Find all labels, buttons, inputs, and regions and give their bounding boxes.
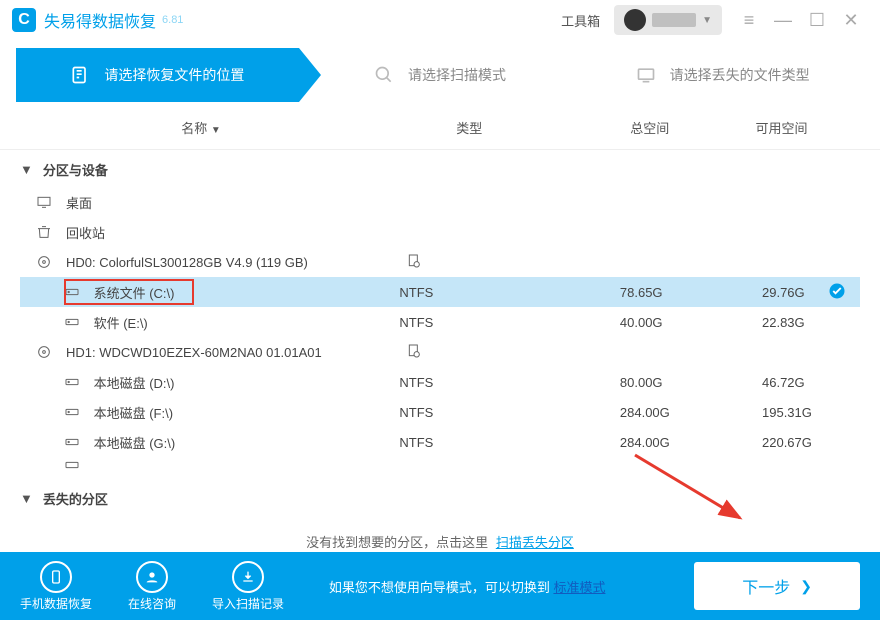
check-circle-icon: [828, 282, 846, 303]
close-icon[interactable]: ✕: [840, 10, 862, 31]
row-g-type: NTFS: [399, 435, 620, 450]
row-f-total: 284.00G: [620, 405, 762, 420]
row-g-label: 本地磁盘 (G:\): [94, 433, 400, 452]
mode-switch-message: 如果您不想使用向导模式，可以切换到 标准模式: [260, 577, 674, 596]
row-drive-c[interactable]: 系统文件 (C:\) NTFS 78.65G 29.76G: [20, 277, 860, 307]
next-button[interactable]: 下一步 ❯: [694, 562, 860, 610]
column-headers: 名称 ▼ 类型 总空间 可用空间: [0, 102, 880, 150]
row-f-avail: 195.31G: [762, 405, 860, 420]
row-f-type: NTFS: [399, 405, 620, 420]
col-name[interactable]: 名称 ▼: [40, 118, 362, 137]
row-drive-g[interactable]: 本地磁盘 (G:\) NTFS 284.00G 220.67G: [20, 427, 860, 457]
drive-icon: [64, 457, 84, 473]
row-drive-d[interactable]: 本地磁盘 (D:\) NTFS 80.00G 46.72G: [20, 367, 860, 397]
drive-icon: [64, 284, 84, 300]
maximize-icon[interactable]: ☐: [806, 10, 828, 31]
menu-icon[interactable]: ≡: [738, 10, 760, 31]
row-d-avail: 46.72G: [762, 375, 860, 390]
row-c-total: 78.65G: [620, 285, 762, 300]
group-lost-label: 丢失的分区: [43, 489, 108, 508]
row-c-label: 系统文件 (C:\): [94, 283, 400, 302]
row-hd0[interactable]: HD0: ColorfulSL300128GB V4.9 (119 GB): [20, 247, 860, 277]
group-lost[interactable]: ▼ 丢失的分区: [20, 479, 860, 516]
row-hd0-label: HD0: ColorfulSL300128GB V4.9 (119 GB): [66, 255, 406, 270]
caret-down-icon: ▼: [702, 15, 712, 26]
disk-icon: [36, 254, 56, 270]
row-hd1-label: HD1: WDCWD10EZEX-60M2NA0 01.01A01: [66, 345, 406, 360]
toolbox-link[interactable]: 工具箱: [561, 11, 600, 30]
standard-mode-link[interactable]: 标准模式: [553, 580, 605, 595]
col-avail[interactable]: 可用空间: [723, 118, 840, 137]
group-partitions-label: 分区与设备: [43, 160, 108, 179]
online-chat-button[interactable]: 在线咨询: [128, 561, 176, 612]
app-logo-icon: C: [12, 8, 36, 32]
row-g-avail: 220.67G: [762, 435, 860, 450]
wizard-steps: 请选择恢复文件的位置 请选择扫描模式 请选择丢失的文件类型: [16, 48, 864, 102]
row-g-total: 284.00G: [620, 435, 762, 450]
trash-icon: [36, 224, 56, 240]
app-version: 6.81: [162, 14, 183, 26]
row-drive-e[interactable]: 软件 (E:\) NTFS 40.00G 22.83G: [20, 307, 860, 337]
group-partitions[interactable]: ▼ 分区与设备: [20, 150, 860, 187]
step-location-label: 请选择恢复文件的位置: [104, 65, 244, 85]
titlebar: C 失易得数据恢复 6.81 工具箱 ▼ ≡ — ☐ ✕: [0, 0, 880, 40]
app-title: 失易得数据恢复: [44, 8, 156, 32]
row-e-avail: 22.83G: [762, 315, 860, 330]
row-drive-more[interactable]: [20, 457, 860, 475]
col-total[interactable]: 总空间: [577, 118, 723, 137]
search-icon: [374, 65, 394, 85]
avatar-icon: [624, 9, 646, 31]
row-d-total: 80.00G: [620, 375, 762, 390]
bottom-bar: 手机数据恢复 在线咨询 导入扫描记录 如果您不想使用向导模式，可以切换到 标准模…: [0, 552, 880, 620]
user-menu[interactable]: ▼: [614, 5, 722, 35]
caret-down-icon: ▼: [20, 491, 33, 506]
row-f-label: 本地磁盘 (F:\): [94, 403, 400, 422]
location-icon: [70, 65, 90, 85]
user-icon: [136, 561, 168, 593]
file-gear-icon: [406, 253, 422, 269]
row-desktop[interactable]: 桌面: [20, 187, 860, 217]
row-recycle[interactable]: 回收站: [20, 217, 860, 247]
row-d-type: NTFS: [399, 375, 620, 390]
phone-icon: [40, 561, 72, 593]
row-recycle-label: 回收站: [66, 223, 406, 242]
chevron-right-icon: ❯: [800, 578, 812, 595]
drive-icon: [64, 434, 84, 450]
file-gear-icon: [406, 343, 422, 359]
row-e-type: NTFS: [399, 315, 620, 330]
row-hd1[interactable]: HD1: WDCWD10EZEX-60M2NA0 01.01A01: [20, 337, 860, 367]
drive-icon: [64, 374, 84, 390]
desktop-icon: [36, 194, 56, 210]
row-desktop-label: 桌面: [66, 193, 406, 212]
monitor-icon: [636, 65, 656, 85]
col-type[interactable]: 类型: [362, 118, 577, 137]
disk-icon: [36, 344, 56, 360]
scan-lost-link[interactable]: 扫描丢失分区: [496, 535, 574, 550]
row-drive-f[interactable]: 本地磁盘 (F:\) NTFS 284.00G 195.31G: [20, 397, 860, 427]
caret-down-icon: ▼: [20, 162, 33, 177]
drive-icon: [64, 314, 84, 330]
step-scanmode-label: 请选择扫描模式: [408, 65, 506, 85]
row-d-label: 本地磁盘 (D:\): [94, 373, 400, 392]
partition-list: ▼ 分区与设备 桌面 回收站 HD0: ColorfulSL300128GB V…: [0, 150, 880, 567]
minimize-icon[interactable]: —: [772, 10, 794, 31]
step-scanmode[interactable]: 请选择扫描模式: [299, 48, 582, 102]
row-e-label: 软件 (E:\): [94, 313, 400, 332]
username-mask: [652, 13, 696, 27]
step-filetype-label: 请选择丢失的文件类型: [670, 65, 810, 85]
row-e-total: 40.00G: [620, 315, 762, 330]
step-filetype[interactable]: 请选择丢失的文件类型: [581, 48, 864, 102]
phone-recovery-button[interactable]: 手机数据恢复: [20, 561, 92, 612]
row-c-type: NTFS: [399, 285, 620, 300]
step-location[interactable]: 请选择恢复文件的位置: [16, 48, 299, 102]
drive-icon: [64, 404, 84, 420]
